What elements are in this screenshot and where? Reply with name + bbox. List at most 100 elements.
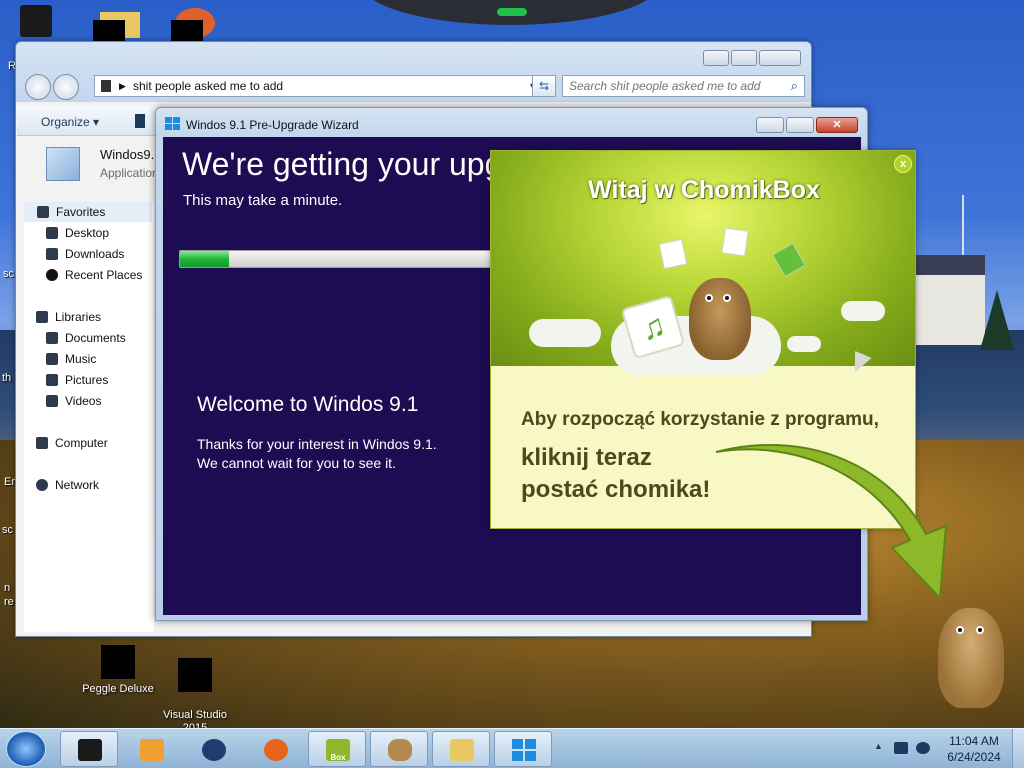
nav-computer[interactable]: Computer [36,436,108,450]
window-controls [703,50,801,66]
cloud-shape [529,319,601,347]
desktop-edge-text: sc [2,524,13,536]
nav-downloads[interactable]: Downloads [46,247,124,261]
visual-studio-icon [178,658,212,692]
minimize-button[interactable] [756,117,784,133]
chomikbox-badge: Box [330,753,346,762]
welcome-heading: Welcome to Windos 9.1 [197,393,419,416]
nav-desktop[interactable]: Desktop [46,226,109,240]
chevron-right-icon: ▶ [119,81,126,91]
folder-icon [101,80,111,92]
desktop-edge-text: n [4,582,11,594]
welcome-line: We cannot wait for you to see it. [197,455,396,471]
welcome-line: Thanks for your interest in Windos 9.1. [197,436,437,452]
clock-time: 11:04 AM [949,734,999,748]
show-desktop-button[interactable] [1012,729,1024,768]
organize-button[interactable]: Organize ▾ [41,115,99,129]
desktop-edge-text: th [2,372,12,384]
chomikbox-call-to-action: kliknij teraz [521,444,652,471]
curved-arrow-icon [715,444,948,601]
nav-label: Desktop [65,226,110,240]
view-pane-icon[interactable] [135,114,145,128]
media-player-icon [140,739,164,761]
chomik-mascot[interactable] [689,278,751,360]
progress-fill [180,251,230,267]
search-icon[interactable]: ⌕ [791,78,798,94]
nav-pictures[interactable]: Pictures [46,373,108,387]
back-button[interactable] [25,74,51,100]
taskbar-item-wizard[interactable] [494,731,552,767]
taskbar-item-firefox[interactable] [246,731,304,767]
nav-label: Network [55,478,100,492]
windows-logo-icon [165,117,181,131]
organize-label: Organize [41,115,90,129]
refresh-button[interactable]: ⇆ [532,75,556,97]
search-input[interactable] [563,76,773,96]
pictures-icon [46,374,58,386]
windows-logo-icon [512,739,536,761]
minimize-button[interactable] [703,50,729,66]
star-icon [37,206,49,218]
wallpaper-tree [980,290,1014,350]
maximize-button[interactable] [731,50,757,66]
nav-music[interactable]: Music [46,352,96,366]
close-button[interactable] [759,50,801,66]
photo-file-icon [721,227,749,257]
network-icon [36,479,48,491]
nav-libraries[interactable]: Libraries [36,310,101,324]
desktop-icon-recycle-bin[interactable] [20,5,52,37]
globe-icon [202,739,226,761]
chomikbox-instruction: Aby rozpocząć korzystanie z programu, [521,409,879,430]
welcome-text: Thanks for your interest in Windos 9.1. … [197,435,437,473]
chomikbox-title: Witaj w ChomikBox [588,176,820,204]
nav-favorites[interactable]: Favorites [24,202,152,222]
nav-documents[interactable]: Documents [46,331,126,345]
maximize-button[interactable] [786,117,814,133]
top-gadget [360,0,660,25]
address-bar[interactable]: ▶ shit people asked me to add ▼ [94,75,544,97]
clock[interactable]: 11:04 AM 6/24/2024 [944,733,1004,765]
taskbar-item-chomikbox[interactable]: Box [308,731,366,767]
computer-icon [36,437,48,449]
top-gadget-indicator [497,8,527,16]
music-icon [46,353,58,365]
taskbar-item-media-player[interactable] [122,731,180,767]
desktop-icon-label: Peggle Deluxe [82,683,154,695]
chomik-desktop-character[interactable] [938,608,1004,708]
window-title: Windos 9.1 Pre-Upgrade Wizard [186,118,359,132]
nav-label: Downloads [65,247,125,261]
image-file-icon [658,238,688,270]
nav-videos[interactable]: Videos [46,394,101,408]
forward-button[interactable] [53,74,79,100]
close-button[interactable]: x [894,155,912,173]
nav-network[interactable]: Network [36,478,99,492]
desktop-icon-peggle[interactable]: Peggle Deluxe [75,645,161,695]
close-button[interactable]: ✕ [816,117,858,133]
system-tray: ▲ 11:04 AM 6/24/2024 [864,729,1024,768]
desktop-edge-text: sc [3,268,14,280]
nav-label: Documents [65,331,126,345]
nav-label: Videos [65,394,102,408]
explorer-icon [78,739,102,761]
documents-icon [46,332,58,344]
peggle-icon [101,645,135,679]
chomikbox-icon: Box [326,739,350,762]
show-hidden-icons-button[interactable]: ▲ [874,741,883,751]
wizard-subheading: This may take a minute. [183,192,343,209]
network-icon[interactable] [894,742,908,754]
taskbar-item-browser[interactable] [184,731,242,767]
nav-label: Favorites [56,205,106,219]
taskbar-item-explorer[interactable] [60,731,118,767]
cloud-shape [787,336,821,352]
hamster-icon [388,739,412,761]
desktop-edge-text: re [4,596,14,608]
taskbar-item-hamster[interactable] [370,731,428,767]
clock-date: 6/24/2024 [947,750,1001,764]
refresh-icon: ⇆ [538,79,550,93]
taskbar-item-folder[interactable] [432,731,490,767]
volume-icon[interactable] [916,742,930,754]
search-box[interactable]: ⌕ [562,75,805,97]
start-button[interactable] [6,731,46,767]
nav-recent-places[interactable]: Recent Places [46,268,142,282]
recent-places-icon [46,269,58,281]
